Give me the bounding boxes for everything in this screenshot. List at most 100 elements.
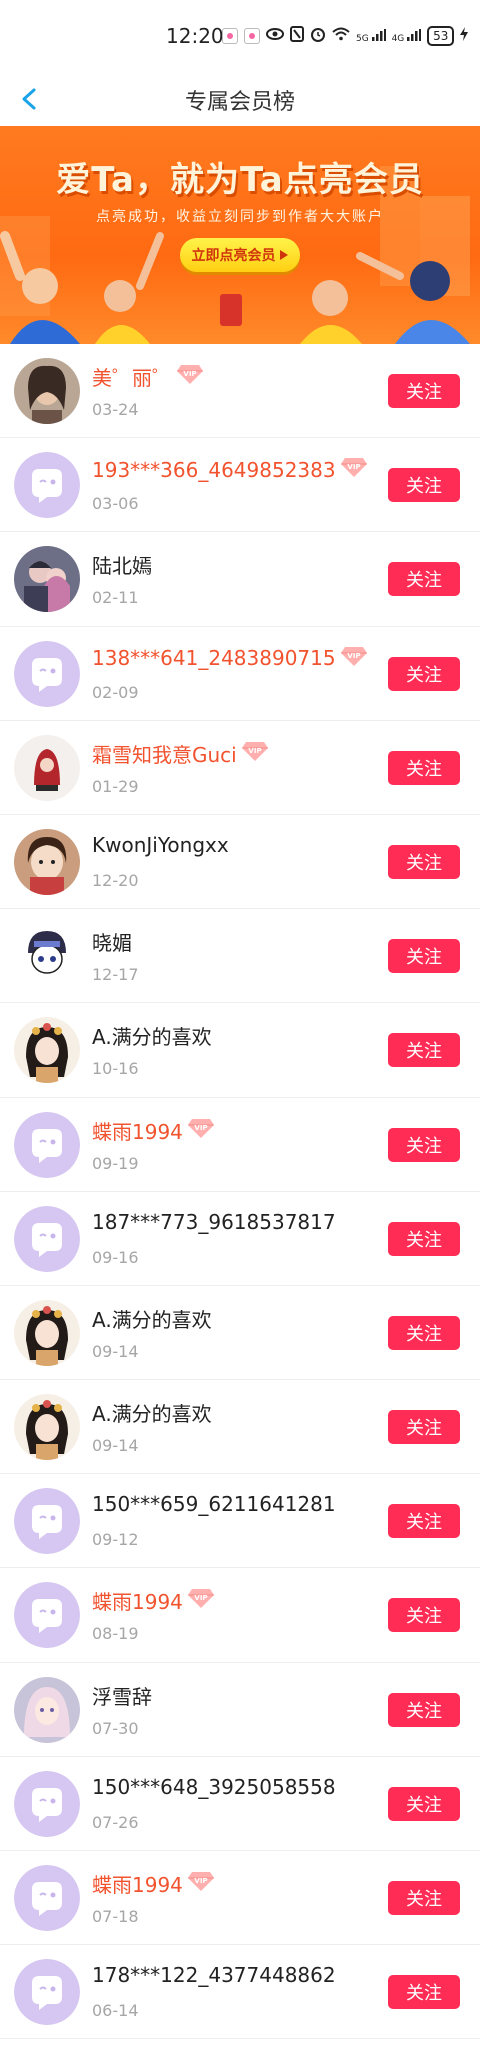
svg-text:VIP: VIP	[194, 1124, 207, 1132]
member-row[interactable]: 蝶雨1994 VIP 07-18 关注	[0, 1851, 480, 1946]
vip-gem-icon: VIP	[336, 645, 368, 672]
member-name-text: 150***659_6211641281	[92, 1492, 336, 1517]
avatar[interactable]	[14, 828, 80, 895]
member-row[interactable]: 浮雪辞 07-30 关注	[0, 1662, 480, 1757]
member-name: 晓媚	[92, 927, 132, 956]
signal-4g-icon: 4G	[392, 28, 422, 44]
vip-gem-icon: VIP	[183, 1117, 215, 1144]
follow-button[interactable]: 关注	[388, 1221, 460, 1256]
alarm-icon	[310, 26, 326, 46]
follow-button[interactable]: 关注	[388, 1881, 460, 1915]
member-name-text: 浮雪辞	[92, 1684, 152, 1709]
member-row[interactable]: 138***641_2483890715 VIP 02-09 关注	[0, 626, 480, 721]
member-row[interactable]: KwonJiYongxx 12-20 关注	[0, 814, 480, 910]
member-date: 02-11	[92, 588, 139, 608]
member-date: 07-30	[92, 1718, 139, 1738]
member-name: A.满分的喜欢	[92, 1398, 212, 1427]
avatar[interactable]	[14, 1299, 80, 1366]
follow-button[interactable]: 关注	[388, 656, 460, 691]
member-row[interactable]: 美゜丽゜ VIP 03-24 关注	[0, 344, 480, 439]
avatar[interactable]	[14, 546, 80, 613]
follow-button[interactable]: 关注	[388, 1504, 460, 1539]
member-row[interactable]: 178***122_4377448862 06-14 关注	[0, 1945, 480, 2040]
wifi-icon	[332, 27, 350, 45]
svg-text:VIP: VIP	[183, 370, 196, 378]
status-time: 12:20	[166, 24, 224, 48]
follow-button[interactable]: 关注	[388, 1975, 460, 2010]
follow-button[interactable]: 关注	[388, 939, 460, 974]
follow-button[interactable]: 关注	[388, 374, 460, 408]
member-date: 09-16	[92, 1247, 139, 1267]
avatar[interactable]	[14, 923, 80, 990]
member-name-text: 蝶雨1994	[92, 1873, 183, 1897]
member-date: 10-16	[92, 1059, 139, 1079]
member-date: 02-09	[92, 682, 139, 702]
follow-button[interactable]: 关注	[388, 1033, 460, 1068]
follow-button[interactable]: 关注	[388, 1598, 460, 1633]
avatar[interactable]	[14, 1111, 80, 1178]
member-name: 蝶雨1994 VIP	[92, 1869, 215, 1898]
member-name-text: 蝶雨1994	[92, 1119, 183, 1144]
play-arrow-icon	[279, 250, 288, 260]
member-name-text: 美゜丽゜	[92, 366, 172, 390]
avatar[interactable]	[14, 1865, 80, 1931]
avatar[interactable]	[14, 1770, 80, 1837]
member-row[interactable]: A.满分的喜欢 09-14 关注	[0, 1285, 480, 1381]
member-row[interactable]: 193***366_4649852383 VIP 03-06 关注	[0, 438, 480, 533]
member-row[interactable]: 蝶雨1994 VIP 08-19 关注	[0, 1568, 480, 1663]
nfc-icon	[290, 26, 304, 46]
member-name: 187***773_9618537817	[92, 1210, 336, 1234]
member-name-text: 霜雪知我意Guci	[92, 742, 237, 767]
avatar[interactable]	[14, 734, 80, 801]
avatar[interactable]	[14, 640, 80, 707]
avatar[interactable]	[14, 1959, 80, 2026]
member-row[interactable]: 187***773_9618537817 09-16 关注	[0, 1191, 480, 1286]
member-name-text: 187***773_9618537817	[92, 1209, 336, 1234]
member-name: 浮雪辞	[92, 1681, 152, 1710]
member-row[interactable]: 晓媚 12-17 关注	[0, 909, 480, 1004]
follow-button[interactable]: 关注	[388, 1786, 460, 1821]
follow-button[interactable]: 关注	[388, 1410, 460, 1445]
member-date: 09-12	[92, 1530, 139, 1550]
avatar[interactable]	[14, 358, 80, 424]
member-row[interactable]: 150***648_3925058558 07-26 关注	[0, 1756, 480, 1851]
follow-button[interactable]: 关注	[388, 1692, 460, 1727]
member-name-text: 陆北嫣	[92, 554, 152, 579]
avatar[interactable]	[14, 1676, 80, 1743]
follow-button[interactable]: 关注	[388, 468, 460, 503]
member-date: 08-19	[92, 1624, 139, 1644]
member-date: 07-18	[92, 1907, 139, 1926]
member-date: 06-14	[92, 2001, 139, 2021]
member-name: 陆北嫣	[92, 550, 152, 579]
member-name-text: 150***648_3925058558	[92, 1774, 336, 1799]
promo-banner[interactable]: 爱Ta，就为Ta点亮会员 点亮成功，收益立刻同步到作者大大账户 立即点亮会员	[0, 126, 480, 344]
member-date: 03-06	[92, 494, 139, 514]
follow-button[interactable]: 关注	[388, 1127, 460, 1162]
activate-membership-button[interactable]: 立即点亮会员	[180, 238, 300, 272]
member-row[interactable]: 霜雪知我意Guci VIP 01-29 关注	[0, 720, 480, 815]
member-row[interactable]: 陆北嫣 02-11 关注	[0, 532, 480, 627]
avatar[interactable]	[14, 1488, 80, 1555]
signal-5g-icon: 5G	[356, 28, 386, 44]
member-row[interactable]: 150***659_6211641281 09-12 关注	[0, 1474, 480, 1569]
nav-bar: 专属会员榜	[0, 72, 480, 126]
avatar[interactable]	[14, 1394, 80, 1461]
avatar[interactable]	[14, 1582, 80, 1649]
follow-button[interactable]: 关注	[388, 844, 460, 879]
avatar[interactable]	[14, 1017, 80, 1084]
status-icons: 5G 4G 53	[222, 24, 469, 48]
member-name-text: 晓媚	[92, 931, 132, 956]
vip-gem-icon: VIP	[336, 456, 368, 483]
eye-icon	[266, 27, 284, 45]
member-date: 01-29	[92, 776, 139, 796]
follow-button[interactable]: 关注	[388, 750, 460, 785]
member-row[interactable]: A.满分的喜欢 09-14 关注	[0, 1380, 480, 1475]
member-row[interactable]: 蝶雨1994 VIP 09-19 关注	[0, 1097, 480, 1192]
avatar[interactable]	[14, 452, 80, 519]
member-name: 150***659_6211641281	[92, 1492, 336, 1516]
follow-button[interactable]: 关注	[388, 1315, 460, 1350]
avatar[interactable]	[14, 1205, 80, 1272]
member-name-text: 138***641_2483890715	[92, 646, 336, 671]
follow-button[interactable]: 关注	[388, 562, 460, 597]
member-row[interactable]: A.满分的喜欢 10-16 关注	[0, 1003, 480, 1098]
